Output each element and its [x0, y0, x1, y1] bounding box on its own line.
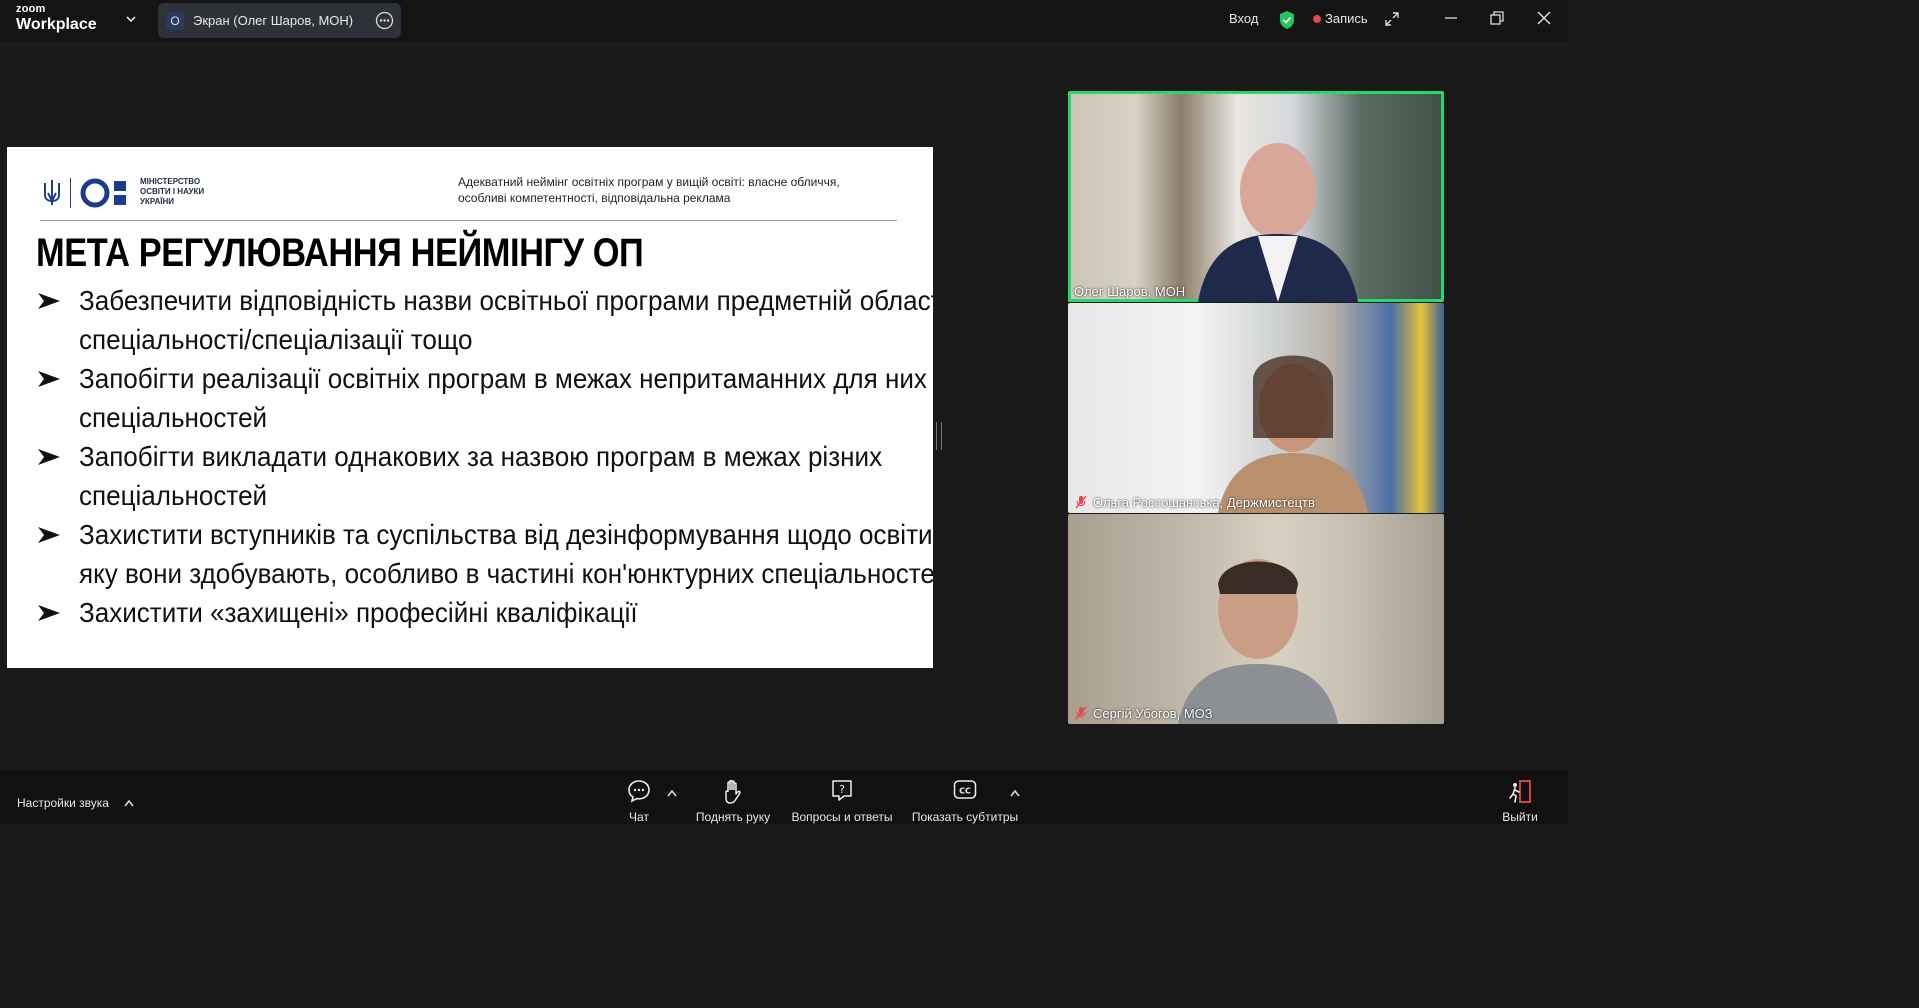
- ministry-line-3: УКРАЇНИ: [140, 197, 175, 206]
- bullet-arrow-icon: [38, 293, 60, 309]
- bullet-arrow-icon: [38, 371, 60, 387]
- ministry-line-2: ОСВІТИ І НАУКИ: [140, 187, 205, 196]
- svg-text:CC: CC: [959, 787, 971, 796]
- slide-header-line-1: Адекватний неймінг освітніх програм у ви…: [458, 175, 840, 189]
- bullet-item: Забезпечити відповідність назви освітньо…: [37, 281, 933, 359]
- qa-button[interactable]: ? Вопросы и ответы: [788, 770, 896, 824]
- closed-captions-icon: CC: [953, 780, 977, 799]
- record-label[interactable]: Запись: [1325, 11, 1368, 26]
- slide-divider: [40, 220, 897, 221]
- encryption-shield-icon[interactable]: [1278, 10, 1296, 30]
- svg-text:?: ?: [839, 783, 845, 796]
- captions-button[interactable]: CC Показать субтитры: [908, 770, 1022, 824]
- bullet-arrow-icon: [38, 605, 60, 621]
- meeting-toolbar: Настройки звука Чат Поднять руку ? Вопро…: [0, 770, 1568, 824]
- chat-icon: [628, 780, 650, 803]
- fullscreen-icon[interactable]: [1384, 11, 1400, 27]
- record-dot-icon: [1313, 15, 1321, 23]
- bullet-text: Запобігти викладати однакових за назвою …: [79, 441, 883, 511]
- splitter-handle[interactable]: [936, 422, 942, 450]
- leave-button[interactable]: Выйти: [1494, 770, 1546, 824]
- logo-workplace-text: Workplace: [16, 16, 97, 33]
- minimize-icon[interactable]: [1443, 10, 1459, 26]
- participant-name: Ольга Россошанська, Держмистецтв: [1093, 495, 1315, 510]
- ministry-name: МІНІСТЕРСТВО ОСВІТИ І НАУКИ УКРАЇНИ: [140, 177, 204, 207]
- video-tile-olga-rossoshanska[interactable]: Ольга Россошанська, Держмистецтв: [1068, 303, 1444, 513]
- bullet-item: Запобігти викладати однакових за назвою …: [37, 437, 927, 515]
- question-answer-icon: ?: [832, 780, 852, 801]
- participant-video-silhouette: [1178, 559, 1338, 724]
- bullet-text: Захистити вступників та суспільства від …: [79, 519, 933, 589]
- raise-hand-button[interactable]: Поднять руку: [692, 770, 774, 824]
- restore-icon[interactable]: [1489, 10, 1505, 26]
- chat-button[interactable]: Чат: [608, 770, 670, 824]
- audio-settings-button[interactable]: Настройки звука: [17, 796, 109, 810]
- captions-label: Показать субтитры: [911, 810, 1019, 824]
- shared-screen-slide: МІНІСТЕРСТВО ОСВІТИ І НАУКИ УКРАЇНИ Адек…: [7, 147, 933, 668]
- title-bar: zoom Workplace O Экран (Олег Шаров, МОН)…: [0, 0, 1568, 42]
- participant-name: Сергій Убогов, МОЗ: [1093, 706, 1213, 721]
- bullet-item: Захистити вступників та суспільства від …: [37, 515, 933, 593]
- bullet-item: Запобігти реалізації освітніх програм в …: [37, 359, 927, 437]
- bullet-arrow-icon: [38, 449, 60, 465]
- slide-header-line-2: особливі компетентності, відповідальна р…: [458, 191, 731, 205]
- zoom-workplace-logo: zoom Workplace: [16, 4, 97, 33]
- participant-video-silhouette: [1198, 143, 1358, 302]
- signin-link[interactable]: Вход: [1229, 11, 1258, 26]
- ministry-line-1: МІНІСТЕРСТВО: [140, 177, 201, 186]
- video-tile-serhii-ubohov[interactable]: Сергій Убогов, МОЗ: [1068, 514, 1444, 724]
- leave-door-icon: [1509, 780, 1531, 803]
- bullet-text: Забезпечити відповідність назви освітньо…: [79, 285, 933, 355]
- video-tile-oleg-sharov[interactable]: Олег Шаров, МОН: [1068, 91, 1444, 302]
- muted-mic-icon: [1075, 495, 1087, 509]
- leave-label: Выйти: [1502, 810, 1538, 824]
- slide-title: МЕТА РЕГУЛЮВАННЯ НЕЙМІНГУ ОП: [36, 231, 644, 275]
- slide-header: Адекватний неймінг освітніх програм у ви…: [458, 174, 898, 206]
- ukraine-trident-icon: [44, 180, 60, 205]
- chat-label: Чат: [629, 810, 649, 824]
- hand-icon: [725, 779, 741, 804]
- chevron-up-icon[interactable]: [1010, 789, 1020, 797]
- chevron-up-icon[interactable]: [124, 799, 134, 807]
- logo-separator: [70, 178, 71, 208]
- participant-video-silhouette: [1218, 355, 1368, 513]
- bullet-arrow-icon: [38, 527, 60, 543]
- bullet-text: Запобігти реалізації освітніх програм в …: [79, 363, 927, 433]
- share-label: Экран (Олег Шаров, МОН): [193, 13, 354, 28]
- close-icon[interactable]: [1536, 10, 1552, 26]
- bullet-text: Захистити «захищені» професійні кваліфік…: [79, 597, 638, 628]
- chevron-down-icon[interactable]: [124, 12, 138, 26]
- ministry-logo-icon: [80, 178, 126, 208]
- slide-bullet-list: Забезпечити відповідність назви освітньо…: [37, 281, 933, 632]
- qa-label: Вопросы и ответы: [791, 810, 893, 824]
- chevron-up-icon[interactable]: [667, 789, 677, 797]
- muted-mic-icon: [1075, 706, 1087, 720]
- bullet-item: Захистити «захищені» професійні кваліфік…: [37, 593, 927, 632]
- screen-share-indicator[interactable]: O Экран (Олег Шаров, МОН): [158, 3, 401, 38]
- share-avatar-badge: O: [166, 12, 184, 30]
- participant-name: Олег Шаров, МОН: [1074, 284, 1186, 299]
- logo-zoom-text: zoom: [16, 3, 46, 15]
- raise-hand-label: Поднять руку: [695, 810, 771, 824]
- more-options-icon[interactable]: [375, 11, 394, 30]
